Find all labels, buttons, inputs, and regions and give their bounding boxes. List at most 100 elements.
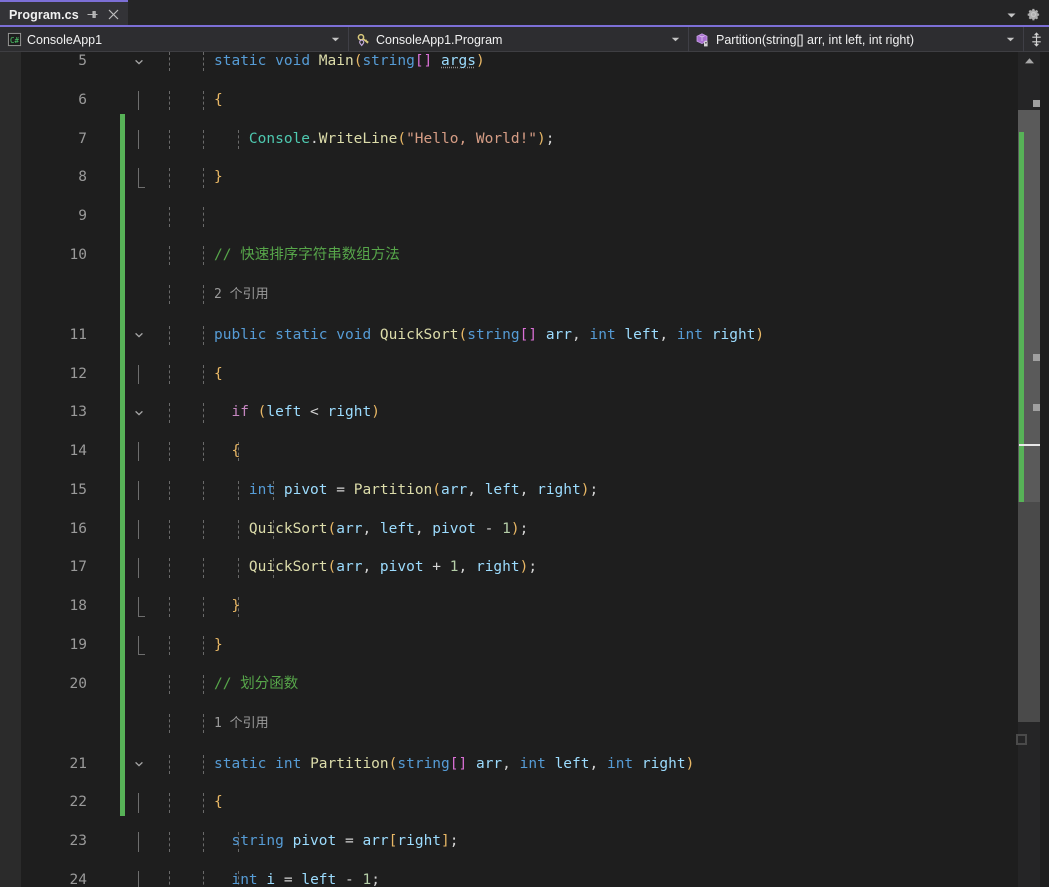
code-line-text: {: [214, 365, 223, 382]
line-number: 8: [78, 169, 87, 186]
chevron-down-icon[interactable]: [1006, 8, 1017, 19]
scrollbar-thumb-lower[interactable]: [1018, 502, 1040, 722]
line-number: 12: [69, 365, 87, 382]
code-line[interactable]: 18 }: [21, 597, 1049, 618]
code-line[interactable]: 14 {: [21, 442, 1049, 462]
navbar-project-dropdown[interactable]: C# ConsoleApp1: [0, 27, 349, 52]
line-number: 15: [69, 481, 87, 498]
fold-chevron-icon[interactable]: [131, 755, 147, 774]
code-line[interactable]: 22 {: [21, 793, 1049, 813]
code-line-text: QuickSort(arr, left, pivot - 1);: [248, 520, 529, 537]
codelens-references-quicksort[interactable]: 2 个引用: [214, 285, 269, 304]
code-line-text: {: [214, 91, 223, 108]
gear-icon[interactable]: [1026, 7, 1040, 21]
navigation-bar: C# ConsoleApp1 ConsoleApp1.Program Parti…: [0, 27, 1049, 52]
line-number: 11: [69, 326, 87, 343]
code-line-text: Console.WriteLine("Hello, World!");: [248, 130, 555, 147]
code-line-text: }: [231, 598, 241, 615]
line-number: 5: [78, 53, 87, 69]
line-number: 14: [69, 443, 87, 460]
navbar-member-label: Partition(string[] arr, int left, int ri…: [716, 32, 914, 47]
method-private-icon: [695, 32, 711, 48]
code-line-text: {: [231, 443, 241, 460]
line-number: 7: [78, 130, 87, 147]
code-line[interactable]: 6 {: [21, 90, 1049, 111]
scrollbar-diagnostic-marker[interactable]: [1033, 100, 1040, 107]
navbar-type-dropdown[interactable]: ConsoleApp1.Program: [349, 27, 689, 52]
tab-strip-actions: [1006, 0, 1049, 27]
line-number: 21: [69, 755, 87, 772]
code-line[interactable]: 15 int pivot = Partition(arr, left, righ…: [21, 480, 1049, 501]
scroll-up-icon[interactable]: [1018, 52, 1040, 69]
code-text-area[interactable]: 5 static void Main(string[] args) 6 { 7: [21, 52, 1049, 887]
chevron-down-icon[interactable]: [1003, 35, 1017, 44]
code-line[interactable]: 19 }: [21, 636, 1049, 656]
code-line-text: int i = left - 1;: [231, 872, 380, 887]
line-number: 9: [78, 208, 87, 225]
fold-chevron-icon[interactable]: [131, 52, 147, 71]
tab-title: Program.cs: [9, 7, 79, 22]
scrollbar-diagnostic-marker[interactable]: [1033, 354, 1040, 361]
code-line-text: // 快速排序字符串数组方法: [214, 246, 400, 263]
code-line[interactable]: 12 {: [21, 364, 1049, 384]
csharp-file-icon: C#: [6, 32, 22, 48]
code-editor-surface[interactable]: 5 static void Main(string[] args) 6 { 7: [0, 52, 1049, 887]
editor-tab-strip: Program.cs: [0, 0, 1049, 27]
code-line[interactable]: 17 QuickSort(arr, pivot + 1, right);: [21, 558, 1049, 578]
code-line-text: QuickSort(arr, pivot + 1, right);: [248, 559, 538, 576]
svg-text:C#: C#: [9, 36, 19, 45]
codelens-references-partition[interactable]: 1 个引用: [214, 714, 269, 733]
line-number: 17: [69, 559, 87, 576]
code-line[interactable]: 24 int i = left - 1;: [21, 871, 1049, 887]
editor-tab-program-cs[interactable]: Program.cs: [0, 0, 128, 27]
code-line-text: }: [214, 169, 223, 186]
fold-chevron-icon[interactable]: [131, 403, 147, 422]
code-line-text: static int Partition(string[] arr, int l…: [214, 755, 695, 772]
line-number: 20: [69, 675, 87, 692]
code-line[interactable]: 5 static void Main(string[] args): [21, 52, 1049, 72]
scrollbar-diagnostic-marker[interactable]: [1033, 404, 1040, 411]
code-line[interactable]: 9: [21, 207, 1049, 227]
code-line-text: static void Main(string[] args): [214, 53, 485, 69]
codelens-row[interactable]: 2 个引用: [21, 284, 1049, 305]
line-number: 16: [69, 520, 87, 537]
code-line[interactable]: 11 public static void QuickSort(string[]…: [21, 325, 1049, 346]
class-icon: [355, 32, 371, 48]
code-line-text: int pivot = Partition(arr, left, right);: [248, 481, 599, 498]
code-line-text: string pivot = arr[right];: [231, 833, 459, 850]
code-line[interactable]: 21 static int Partition(string[] arr, in…: [21, 754, 1049, 775]
line-number: 23: [69, 833, 87, 850]
breakpoint-margin[interactable]: [0, 52, 21, 887]
code-line-text: {: [214, 794, 223, 811]
line-number: 19: [69, 637, 87, 654]
scrollbar-change-marker: [1019, 132, 1024, 502]
line-number: 18: [69, 598, 87, 615]
code-line-text: // 划分函数: [214, 675, 299, 692]
line-number: 10: [69, 246, 87, 263]
code-line[interactable]: 10 // 快速排序字符串数组方法: [21, 245, 1049, 266]
pin-icon[interactable]: [85, 7, 100, 22]
line-number: 24: [69, 872, 87, 887]
navbar-project-label: ConsoleApp1: [27, 32, 103, 47]
close-icon[interactable]: [106, 7, 121, 22]
fold-chevron-icon[interactable]: [131, 326, 147, 345]
codelens-row[interactable]: 1 个引用: [21, 713, 1049, 734]
chevron-down-icon[interactable]: [328, 35, 342, 44]
navbar-member-dropdown[interactable]: Partition(string[] arr, int left, int ri…: [689, 27, 1024, 52]
scrollbar-caret-position: [1019, 444, 1040, 446]
split-editor-icon[interactable]: [1024, 27, 1049, 51]
code-line[interactable]: 7 Console.WriteLine("Hello, World!");: [21, 129, 1049, 149]
scrollbar-bookmark-marker[interactable]: [1016, 734, 1027, 745]
code-line[interactable]: 8 }: [21, 168, 1049, 189]
code-line[interactable]: 20 // 划分函数: [21, 674, 1049, 695]
vertical-scrollbar[interactable]: [1010, 52, 1049, 887]
visual-studio-editor-window: Program.cs C# ConsoleApp1 ConsoleApp1.Pr…: [0, 0, 1049, 887]
code-line[interactable]: 16 QuickSort(arr, left, pivot - 1);: [21, 519, 1049, 540]
line-number: 22: [69, 794, 87, 811]
code-line-text: if (left < right): [231, 404, 380, 421]
chevron-down-icon[interactable]: [668, 35, 682, 44]
line-number: 13: [69, 404, 87, 421]
code-line-text: public static void QuickSort(string[] ar…: [214, 326, 765, 343]
code-line[interactable]: 13 if (left < right): [21, 403, 1049, 423]
code-line[interactable]: 23 string pivot = arr[right];: [21, 832, 1049, 852]
